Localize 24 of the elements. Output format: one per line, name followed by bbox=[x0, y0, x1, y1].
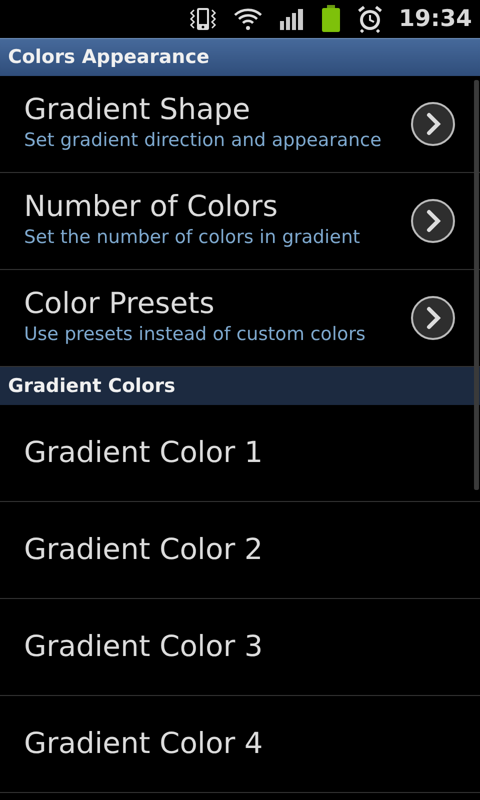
preference-title: Number of Colors bbox=[24, 190, 279, 224]
preference-title: Gradient Color 4 bbox=[24, 727, 264, 761]
preference-summary: Set gradient direction and appearance bbox=[24, 128, 382, 153]
preference-title: Gradient Color 1 bbox=[24, 436, 264, 470]
chevron-right-icon bbox=[410, 198, 456, 244]
wifi-icon bbox=[232, 6, 263, 32]
preference-item[interactable]: Gradient Color 4 bbox=[0, 696, 480, 793]
battery-icon bbox=[320, 5, 341, 33]
signal-icon bbox=[278, 7, 305, 31]
preference-title: Color Presets bbox=[24, 287, 216, 321]
section-header: Colors Appearance bbox=[8, 45, 210, 70]
chevron-right-icon bbox=[410, 101, 456, 147]
preference-title: Gradient Color 2 bbox=[24, 533, 264, 567]
chevron-right-icon bbox=[410, 295, 456, 341]
preference-summary: Set the number of colors in gradient bbox=[24, 226, 362, 250]
section-header: Gradient Colors bbox=[8, 374, 176, 399]
preference-summary: Use presets instead of custom colors bbox=[24, 322, 367, 347]
preference-item[interactable]: Gradient Color 3 bbox=[0, 599, 480, 696]
alarm-icon bbox=[356, 5, 383, 33]
preference-title: Gradient Shape bbox=[24, 93, 252, 127]
clock-time: 19:34 bbox=[398, 4, 472, 34]
preference-title: Gradient Color 3 bbox=[24, 630, 264, 664]
preference-item[interactable]: Gradient Color 2 bbox=[0, 502, 480, 599]
vibrate-icon bbox=[188, 5, 217, 33]
